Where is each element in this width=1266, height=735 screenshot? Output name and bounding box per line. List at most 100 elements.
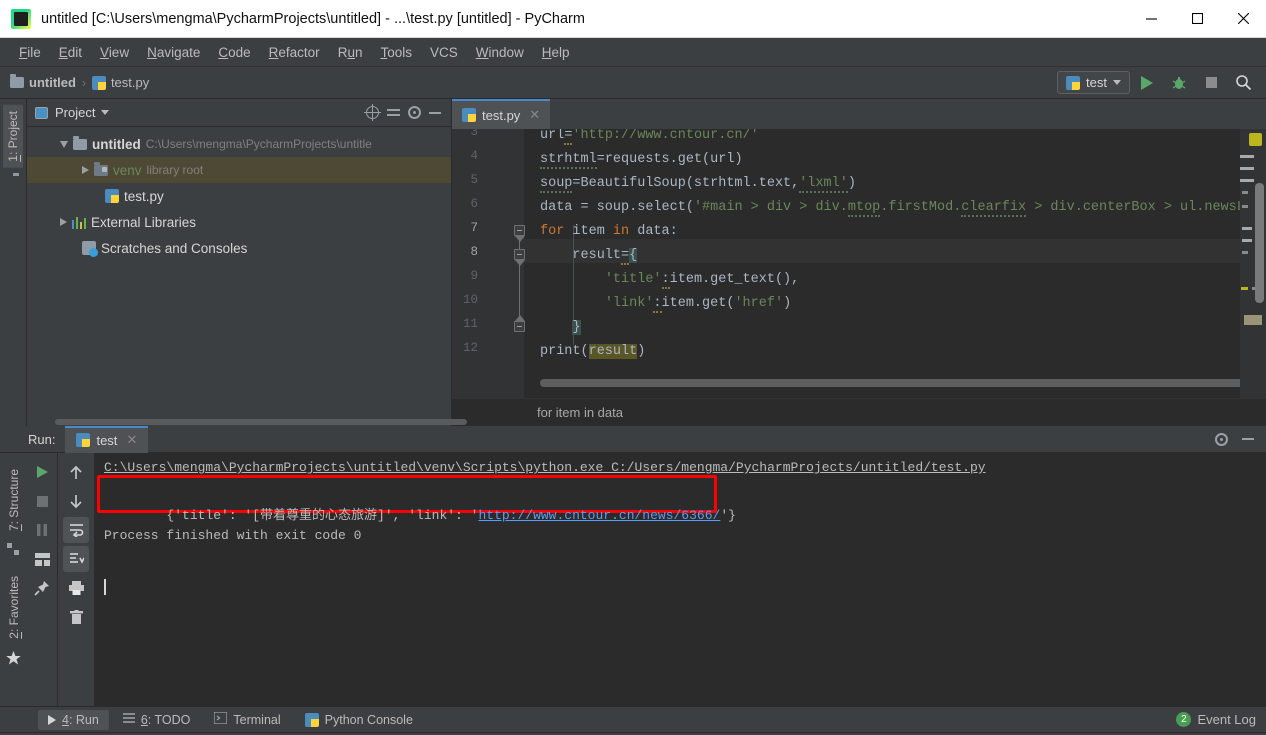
event-log-label[interactable]: Event Log [1197,712,1256,727]
console-caret [104,579,106,595]
menu-edit[interactable]: Edit [50,42,91,63]
settings-icon[interactable] [408,106,421,119]
chevron-down-icon[interactable] [101,110,109,115]
chevron-right-icon[interactable] [60,218,67,226]
stop-button[interactable] [29,488,55,514]
fold-marker-for[interactable] [514,225,525,236]
tree-item-venv[interactable]: venv library root [27,157,451,183]
pin-button[interactable] [29,575,55,601]
editor-breadcrumb[interactable]: for item in data [452,398,1266,426]
run-toolbar-right [58,453,95,706]
breadcrumb-file[interactable]: test.py [92,75,149,90]
clear-all-button[interactable] [63,604,89,630]
project-view-icon [33,105,49,121]
line-number-gutter[interactable]: 3 4 5 6 7 8 9 10 11 12 [452,129,524,398]
soft-wrap-button[interactable] [63,517,89,543]
stop-button[interactable] [1196,70,1226,96]
menu-file[interactable]: File [10,42,50,63]
tab-test-py[interactable]: test.py ✕ [452,99,550,129]
tree-item-test-py[interactable]: test.py [27,183,451,209]
result-link[interactable]: http://www.cntour.cn/news/6366/ [478,508,720,523]
tree-item-scratches[interactable]: Scratches and Consoles [27,235,451,261]
run-tab-test[interactable]: test ✕ [65,426,148,453]
tab-todo[interactable]: 6: TODO [113,710,201,730]
project-panel-header: Project [27,99,451,127]
minimize-button[interactable] [1128,0,1174,38]
debug-button[interactable] [1164,70,1194,96]
code-line-9: 'title':item.get_text(), [540,268,799,292]
sidebar-item-project[interactable]: 1: Project [3,105,23,168]
tree-item-external-libraries[interactable]: External Libraries [27,209,451,235]
chevron-right-icon[interactable] [82,166,89,174]
menu-view[interactable]: View [91,42,138,63]
chevron-down-icon[interactable] [60,141,68,148]
breadcrumb-file-label: test.py [111,75,149,90]
prev-occurrence-button[interactable] [63,459,89,485]
tab-python-console[interactable]: Python Console [295,710,423,730]
fold-marker-dict[interactable] [514,249,525,260]
layout-button[interactable] [29,546,55,572]
breadcrumb-project-label: untitled [29,75,76,90]
search-button[interactable] [1228,70,1258,96]
terminal-icon [214,712,227,727]
navigation-bar: untitled › test.py test [0,67,1266,99]
result-prefix: {'title': '[带着尊重的心态旅游]', 'link': ' [166,508,478,523]
pin-icon [34,580,50,596]
scroll-to-end-icon [69,552,84,566]
menu-help[interactable]: Help [533,42,579,63]
print-button[interactable] [63,575,89,601]
close-icon[interactable]: ✕ [126,432,137,448]
sidebar-item-favorites[interactable]: 2: Favorites [4,570,24,645]
run-button[interactable] [1132,70,1162,96]
stop-icon [1206,77,1217,88]
pause-icon [36,524,48,536]
inspection-status-icon[interactable] [1249,133,1262,146]
venv-folder-icon [94,165,108,176]
code-line-8: result={ [540,244,637,268]
run-console-output[interactable]: C:\Users\mengma\PycharmProjects\untitled… [95,453,1266,706]
menu-refactor[interactable]: Refactor [260,42,329,63]
project-panel-tools [366,106,445,119]
editor-tab-bar: test.py ✕ [452,99,1266,129]
run-toolbar-left [27,453,58,706]
window-titlebar: untitled [C:\Users\mengma\PycharmProject… [0,0,1266,38]
menu-code[interactable]: Code [209,42,259,63]
locate-icon[interactable] [366,106,379,119]
tab-run[interactable]: 4: Run [38,710,109,730]
project-horizontal-scrollbar[interactable] [27,417,451,426]
close-icon[interactable]: ✕ [529,107,540,123]
run-configuration-label: test [1086,75,1107,90]
hide-icon[interactable] [1242,438,1254,440]
menu-run[interactable]: Run [329,42,372,63]
scroll-to-end-button[interactable] [63,546,89,572]
run-configuration-selector[interactable]: test [1057,71,1130,94]
code-editor[interactable]: 3 4 5 6 7 8 9 10 11 12 url='http://www.c… [452,129,1266,398]
fold-marker-end[interactable] [514,321,525,332]
sidebar-item-structure[interactable]: 7: Structure [4,463,24,537]
breadcrumb-project[interactable]: untitled [10,75,76,90]
menu-vcs[interactable]: VCS [421,42,467,63]
tab-terminal[interactable]: Terminal [204,709,290,730]
menu-window[interactable]: Window [467,42,533,63]
collapse-all-icon[interactable] [387,106,400,119]
menu-navigate[interactable]: Navigate [138,42,209,63]
menu-tools[interactable]: Tools [371,42,421,63]
editor-area: test.py ✕ 3 4 5 6 7 8 9 10 11 12 [452,99,1266,426]
editor-marker-bar[interactable] [1240,129,1266,398]
editor-breadcrumb-label: for item in data [537,405,623,420]
settings-icon[interactable] [1215,433,1228,446]
run-panel-header: Run: test ✕ [0,426,1266,453]
pause-button[interactable] [29,517,55,543]
stop-icon [37,496,48,507]
maximize-button[interactable] [1174,0,1220,38]
close-button[interactable] [1220,0,1266,38]
hide-icon[interactable] [429,112,441,114]
tree-item-untitled[interactable]: untitled C:\Users\mengma\PycharmProjects… [27,131,451,157]
editor-vertical-scrollbar[interactable] [1255,183,1264,303]
bottom-tool-tabs: 4: Run 6: TODO Terminal Python Console 2… [0,706,1266,732]
navbar-toolbar: test [1057,70,1266,96]
rerun-button[interactable] [29,459,55,485]
editor-horizontal-scrollbar[interactable] [540,379,1240,387]
tab-terminal-label: Terminal [233,713,280,727]
next-occurrence-button[interactable] [63,488,89,514]
